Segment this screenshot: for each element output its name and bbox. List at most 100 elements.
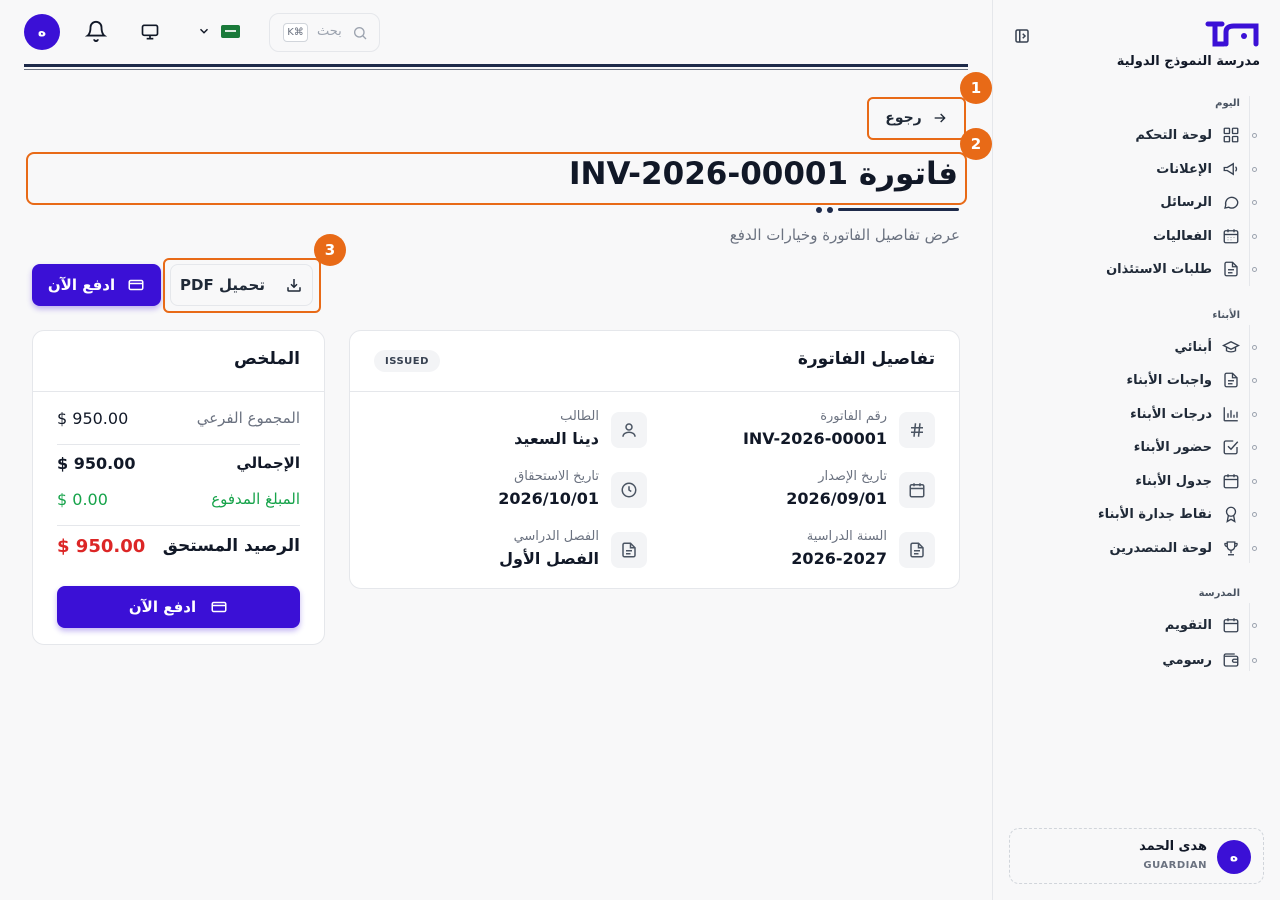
trophy-icon [1224, 541, 1238, 556]
status-badge: ISSUED [374, 350, 440, 372]
bell-icon[interactable] [85, 20, 107, 42]
nav-dot [1252, 623, 1257, 628]
invoice-details-card: تفاصيل الفاتورة ISSUED رقم الفاتورة INV-… [349, 330, 960, 589]
summary-card: الملخص المجموع الفرعي $ 950.00 الإجمالي … [32, 330, 325, 645]
sidebar-item-label: درجات الأبناء [1130, 406, 1212, 422]
field-value: الفصل الأول [499, 549, 599, 568]
title-decoration [838, 208, 959, 211]
paid-label: المبلغ المدفوع [211, 490, 300, 508]
user-card[interactable]: ه هدى الحمد GUARDIAN [1009, 828, 1264, 884]
section-school: المدرسة [1198, 588, 1240, 599]
subtotal-label: المجموع الفرعي [196, 409, 300, 427]
field-value: دينا السعيد [514, 429, 599, 448]
sidebar-item-label: الرسائل [1160, 194, 1212, 210]
sidebar-item-label: أبنائي [1174, 339, 1212, 355]
award-icon [1225, 506, 1237, 523]
hash-icon [899, 412, 935, 448]
card-title: الملخص [234, 349, 300, 369]
nav-dot [1252, 200, 1257, 205]
field-label: تاريخ الإصدار [818, 469, 887, 484]
nav-dot [1252, 445, 1257, 450]
sidebar-item-label: جدول الأبناء [1135, 473, 1212, 489]
card-header: الملخص [33, 331, 324, 392]
sidebar-item-my-fees[interactable]: رسومي [1162, 646, 1240, 674]
pay-now-label: ادفع الآن [47, 276, 116, 294]
dashboard-icon [1223, 127, 1239, 143]
check-square-icon [1223, 440, 1239, 455]
bar-chart-icon [1223, 407, 1238, 422]
sidebar-item-calendar[interactable]: التقويم [1165, 611, 1240, 639]
search-icon [354, 27, 367, 40]
clock-icon [611, 472, 647, 508]
paid-row: المبلغ المدفوع $ 0.00 [57, 490, 300, 514]
back-button[interactable]: رجوع [873, 102, 960, 133]
pay-now-button[interactable]: ادفع الآن [57, 586, 300, 628]
total-row: الإجمالي $ 950.00 [57, 454, 300, 478]
sidebar-item-announcements[interactable]: الإعلانات [1156, 155, 1240, 183]
calendar-icon [1223, 618, 1239, 633]
field-label: الفصل الدراسي [513, 529, 599, 544]
due-date-field: تاريخ الاستحقاق 2026/10/01 [387, 469, 647, 512]
pay-now-button[interactable]: ادفع الآن [32, 264, 161, 306]
field-label: تاريخ الاستحقاق [514, 469, 599, 484]
monitor-icon[interactable] [140, 22, 160, 42]
download-pdf-button[interactable]: تحميل PDF [170, 264, 313, 306]
sidebar-item-dashboard[interactable]: لوحة التحكم [1135, 121, 1240, 149]
sidebar-item-messages[interactable]: الرسائل [1160, 188, 1240, 216]
school-logo[interactable] [1204, 18, 1260, 50]
megaphone-icon [1223, 162, 1238, 176]
sidebar-item-label: رسومي [1162, 652, 1212, 668]
sidebar-item-label: لوحة التحكم [1135, 127, 1212, 143]
pay-now-label: ادفع الآن [128, 598, 197, 616]
card-header: تفاصيل الفاتورة ISSUED [350, 331, 959, 392]
sidebar-item-events[interactable]: الفعاليات [1153, 222, 1240, 250]
graduation-cap-icon [1222, 340, 1240, 353]
chevron-down-icon[interactable] [197, 24, 211, 38]
sidebar-item-grades[interactable]: درجات الأبناء [1130, 400, 1240, 428]
field-label: السنة الدراسية [806, 529, 887, 544]
search-input[interactable]: K⌘ بحث [269, 13, 380, 52]
sidebar-item-attendance[interactable]: حضور الأبناء [1134, 433, 1240, 461]
calendar-grid-icon [1223, 229, 1239, 244]
field-label: الطالب [560, 409, 599, 424]
school-name: مدرسة النموذج الدولية [1116, 54, 1260, 69]
invoice-number-field: رقم الفاتورة INV-2026-00001 [675, 409, 935, 452]
title-decoration [816, 207, 822, 213]
nav-dot [1252, 378, 1257, 383]
sidebar-item-homework[interactable]: واجبات الأبناء [1126, 366, 1240, 394]
sidebar-item-schedule[interactable]: جدول الأبناء [1135, 467, 1240, 495]
nav-dot [1252, 345, 1257, 350]
user-name: هدى الحمد [1139, 839, 1207, 854]
section-children: الأبناء [1212, 310, 1240, 321]
message-icon [1224, 196, 1239, 209]
sidebar-item-leaderboard[interactable]: لوحة المتصدرين [1109, 534, 1240, 562]
field-value: 2026/10/01 [498, 489, 599, 508]
nav-dot [1252, 479, 1257, 484]
section-today: اليوم [1215, 98, 1240, 109]
annotation-badge: 2 [960, 128, 992, 160]
sidebar: مدرسة النموذج الدولية اليوم الأبناء المد… [992, 0, 1280, 900]
sidebar-item-my-children[interactable]: أبنائي [1174, 333, 1240, 361]
flag-icon[interactable] [221, 25, 240, 38]
total-value: $ 950.00 [57, 454, 136, 473]
document-icon [1224, 261, 1238, 277]
subtotal-row: المجموع الفرعي $ 950.00 [57, 409, 300, 433]
nav-line-children [1249, 325, 1250, 563]
sidebar-collapse-icon[interactable] [1013, 27, 1031, 45]
avatar[interactable]: ه [24, 14, 60, 50]
search-placeholder: بحث [317, 24, 342, 39]
subtotal-value: $ 950.00 [57, 409, 129, 428]
divider [57, 444, 300, 445]
divider [57, 525, 300, 526]
nav-line-today [1249, 96, 1250, 286]
field-value: INV-2026-00001 [742, 429, 887, 448]
nav-line-school [1249, 603, 1250, 671]
sidebar-item-label: طلبات الاستئذان [1106, 261, 1212, 277]
total-label: الإجمالي [236, 454, 300, 472]
calendar-icon [1223, 474, 1239, 489]
sidebar-item-merit-points[interactable]: نقاط جدارة الأبناء [1098, 500, 1240, 528]
nav-dot [1252, 133, 1257, 138]
nav-dot [1252, 546, 1257, 551]
sidebar-item-leave-requests[interactable]: طلبات الاستئذان [1106, 255, 1240, 283]
header-divider [24, 64, 968, 67]
